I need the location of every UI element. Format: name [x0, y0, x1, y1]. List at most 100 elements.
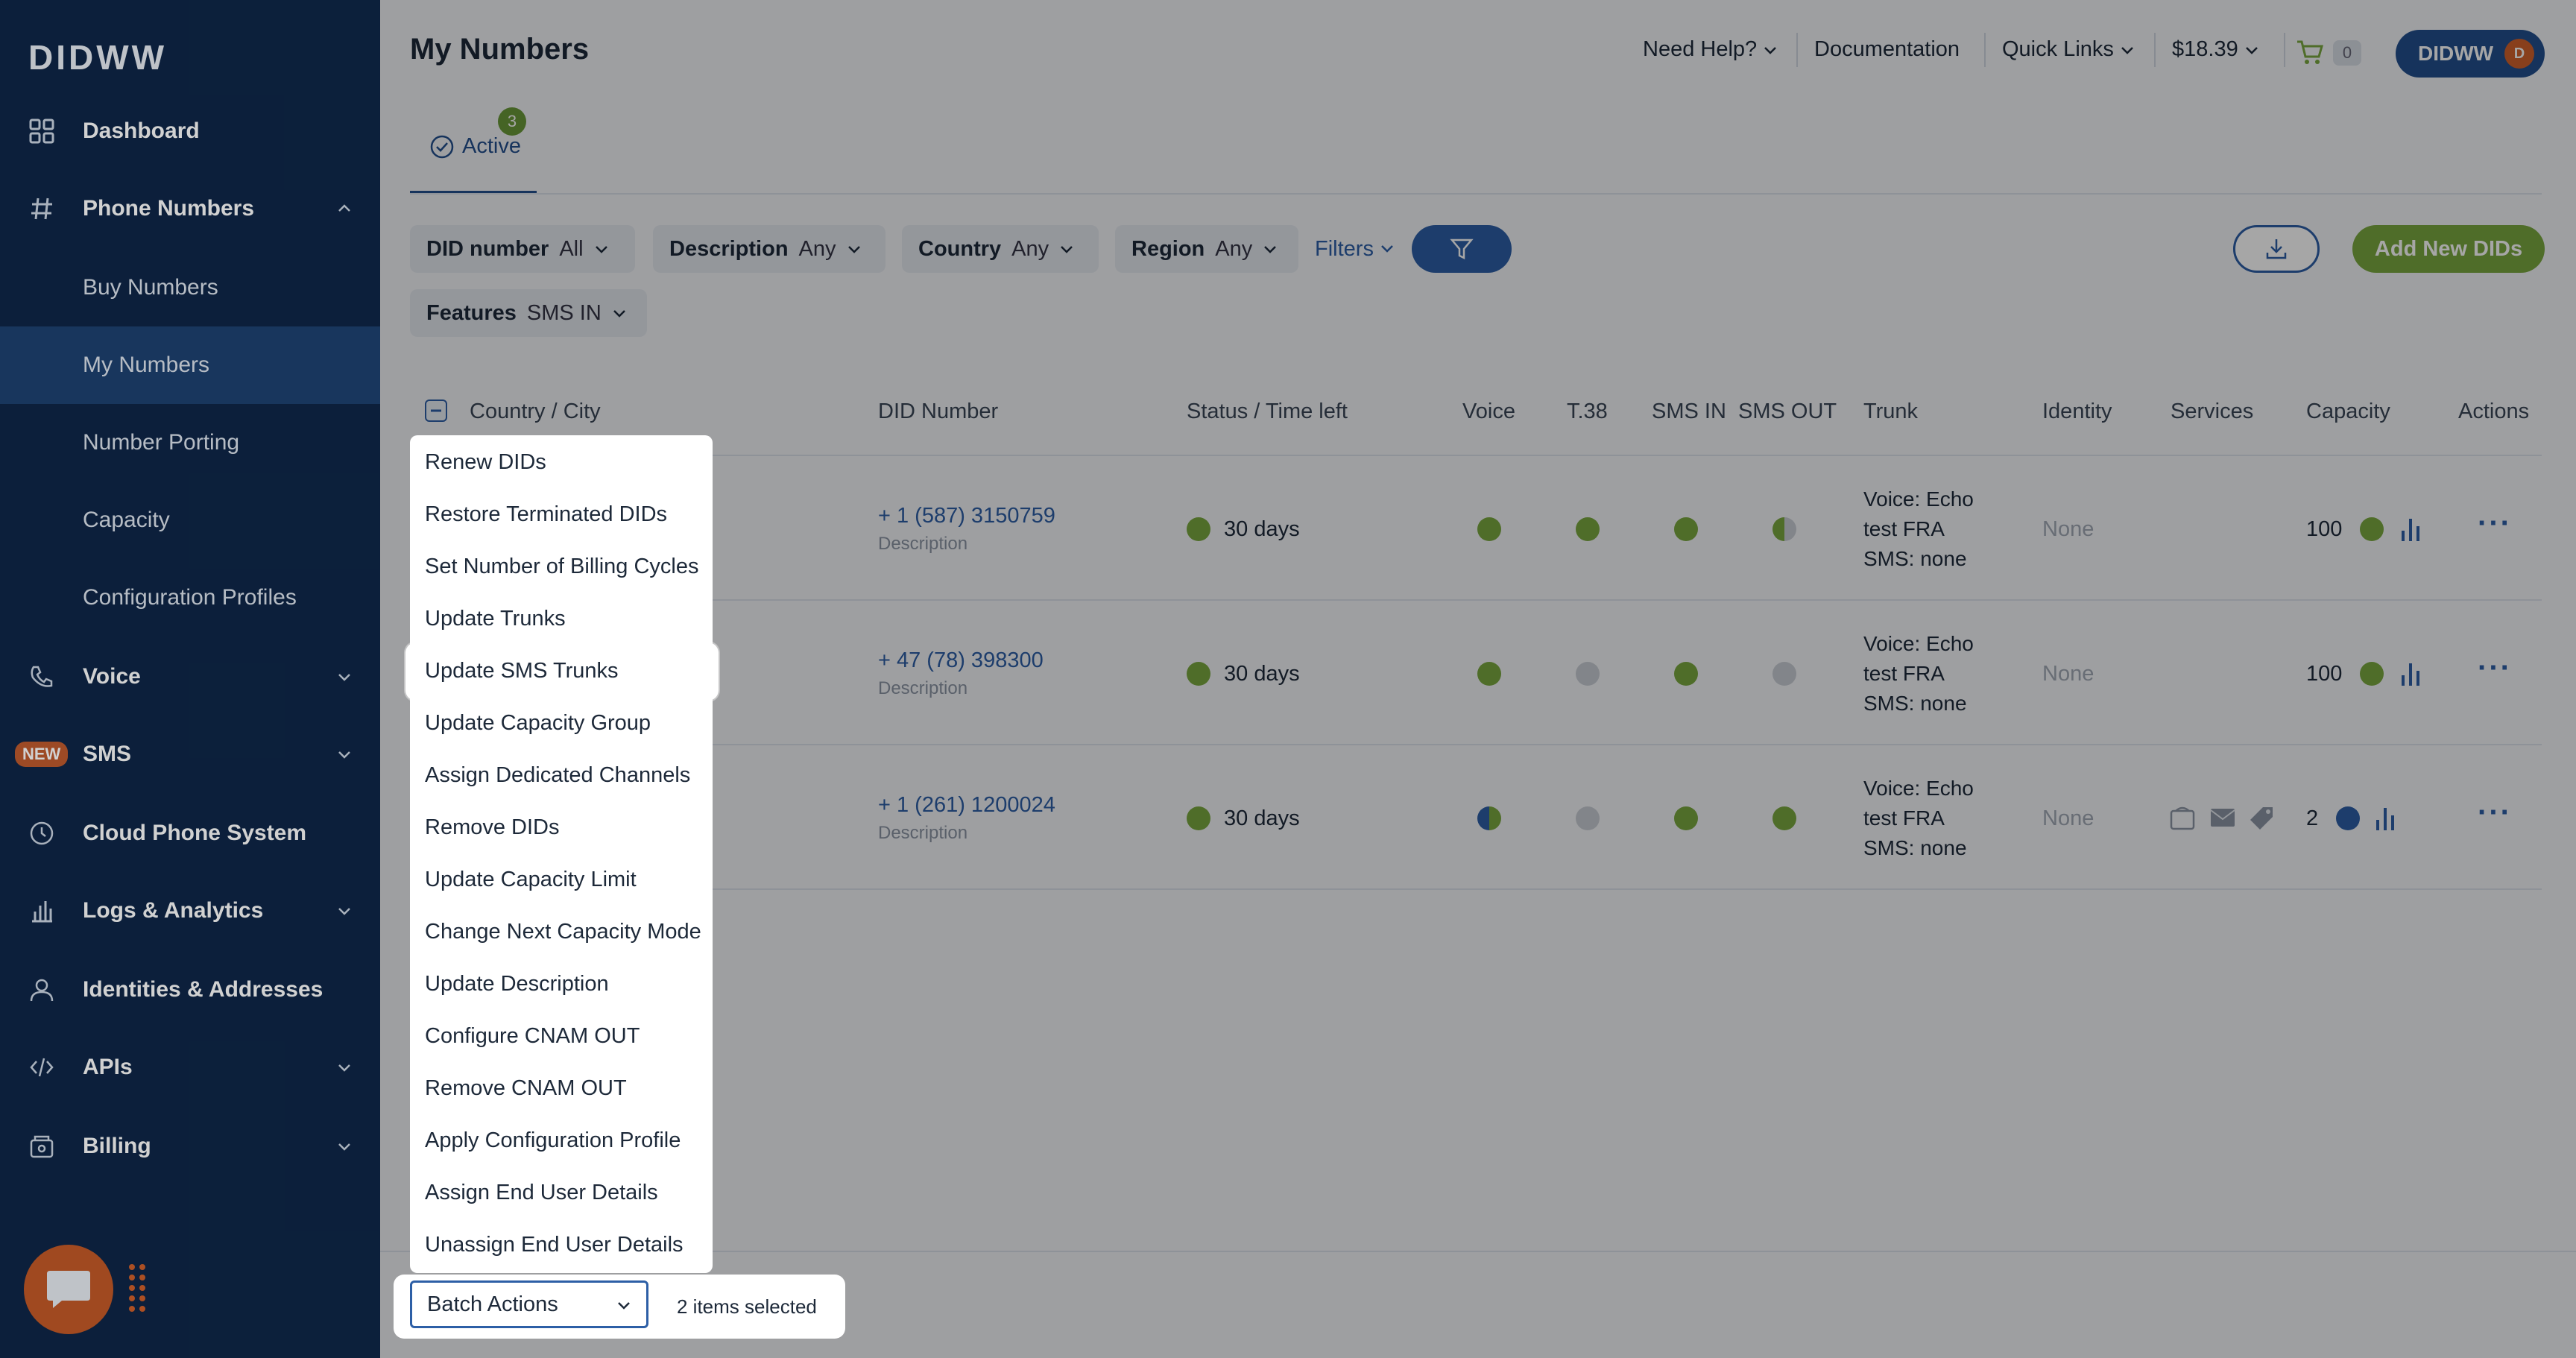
- selected-count-text: 2 items selected: [677, 1295, 817, 1318]
- sidebar-item-logs-analytics[interactable]: Logs & Analytics: [0, 872, 380, 950]
- menu-item-remove-dids[interactable]: Remove DIDs: [425, 815, 560, 840]
- sms-out-status-dot: [1772, 517, 1796, 541]
- need-help-menu[interactable]: Need Help?: [1643, 37, 1778, 62]
- menu-item-update-capacity-limit[interactable]: Update Capacity Limit: [425, 868, 637, 892]
- sidebar-item-billing[interactable]: Billing: [0, 1108, 380, 1185]
- row-actions-menu[interactable]: ···: [2478, 651, 2512, 685]
- chevron-down-icon: [618, 1302, 630, 1310]
- menu-item-update-capacity-group[interactable]: Update Capacity Group: [425, 711, 651, 736]
- chevron-down-icon: [847, 246, 860, 253]
- chevron-down-icon: [1264, 246, 1277, 253]
- did-description[interactable]: Description: [878, 678, 967, 699]
- balance-value: $18.39: [2172, 37, 2238, 61]
- sidebar-item-capacity[interactable]: Capacity: [0, 481, 380, 559]
- bar-chart-icon[interactable]: [2400, 516, 2421, 541]
- sidebar-item-dashboard[interactable]: Dashboard: [0, 92, 380, 170]
- sidebar-item-cloud-phone-system[interactable]: Cloud Phone System: [0, 795, 380, 872]
- chevron-down-icon: [338, 1064, 350, 1072]
- status-time-left: 30 days: [1224, 662, 1300, 686]
- user-menu-button[interactable]: DIDWW D: [2396, 30, 2545, 78]
- row-divider: [410, 744, 2542, 745]
- select-all-checkbox[interactable]: [425, 399, 447, 422]
- trunk-info: Voice: Echo test FRA SMS: none: [1863, 629, 1974, 719]
- sidebar-item-buy-numbers[interactable]: Buy Numbers: [0, 249, 380, 326]
- filter-country[interactable]: Country Any: [902, 225, 1099, 273]
- did-number-link[interactable]: + 1 (261) 1200024: [878, 793, 1055, 818]
- phone-icon: [27, 662, 57, 692]
- menu-item-apply-configuration-profile[interactable]: Apply Configuration Profile: [425, 1128, 681, 1153]
- filter-region[interactable]: Region Any: [1115, 225, 1298, 273]
- download-button[interactable]: [2233, 225, 2320, 273]
- sidebar-item-number-porting[interactable]: Number Porting: [0, 404, 380, 481]
- menu-item-remove-cnam-out[interactable]: Remove CNAM OUT: [425, 1076, 627, 1101]
- clock-icon: [27, 818, 57, 848]
- download-icon: [2266, 239, 2287, 259]
- filters-link[interactable]: Filters: [1315, 237, 1395, 262]
- row-actions-menu[interactable]: ···: [2478, 796, 2512, 830]
- did-description[interactable]: Description: [878, 823, 967, 844]
- column-header-status[interactable]: Status / Time left: [1187, 399, 1348, 424]
- header-divider: [410, 455, 2542, 456]
- filter-features[interactable]: Features SMS IN: [410, 289, 647, 337]
- documentation-link[interactable]: Documentation: [1814, 37, 1960, 62]
- voice-status-dot: [1477, 517, 1501, 541]
- sidebar-item-my-numbers[interactable]: My Numbers: [0, 326, 380, 404]
- chevron-down-icon: [2245, 46, 2258, 54]
- menu-item-assign-end-user-details[interactable]: Assign End User Details: [425, 1181, 658, 1205]
- menu-item-renew-dids[interactable]: Renew DIDs: [425, 450, 546, 475]
- filter-description[interactable]: Description Any: [653, 225, 886, 273]
- filter-label: Features: [426, 300, 517, 325]
- filter-did-number[interactable]: DID number All: [410, 225, 635, 273]
- drag-handle-icon[interactable]: [127, 1262, 148, 1314]
- row-actions-menu[interactable]: ···: [2478, 507, 2512, 540]
- did-number-link[interactable]: + 1 (587) 3150759: [878, 504, 1055, 528]
- sidebar-item-label: Cloud Phone System: [83, 821, 307, 845]
- sidebar-item-phone-numbers[interactable]: Phone Numbers: [0, 170, 380, 247]
- sidebar-item-label: Number Porting: [83, 430, 240, 455]
- bar-chart-icon[interactable]: [2375, 805, 2396, 830]
- status-time-left: 30 days: [1224, 517, 1300, 541]
- menu-item-unassign-end-user-details[interactable]: Unassign End User Details: [425, 1233, 684, 1257]
- menu-item-update-trunks[interactable]: Update Trunks: [425, 607, 566, 631]
- chat-button[interactable]: [24, 1245, 113, 1334]
- cart-icon[interactable]: [2296, 39, 2324, 66]
- apply-filter-button[interactable]: [1412, 225, 1512, 273]
- quick-links-menu[interactable]: Quick Links: [2002, 37, 2135, 62]
- trunk-line: SMS: none: [1863, 836, 1967, 859]
- column-header-did-number[interactable]: DID Number: [878, 399, 998, 424]
- menu-item-configure-cnam-out[interactable]: Configure CNAM OUT: [425, 1024, 640, 1049]
- balance-menu[interactable]: $18.39: [2172, 37, 2259, 62]
- column-header-voice: Voice: [1462, 399, 1515, 423]
- sidebar-item-sms[interactable]: NEW SMS: [0, 716, 380, 793]
- didww-logo[interactable]: DIDWW: [28, 37, 167, 78]
- menu-item-update-description[interactable]: Update Description: [425, 972, 609, 997]
- identity-value: None: [2042, 662, 2094, 686]
- menu-item-assign-dedicated-channels[interactable]: Assign Dedicated Channels: [425, 763, 690, 788]
- bar-chart-icon[interactable]: [2400, 660, 2421, 686]
- sidebar-item-identities-addresses[interactable]: Identities & Addresses: [0, 951, 380, 1029]
- did-description[interactable]: Description: [878, 534, 967, 555]
- menu-item-change-next-capacity-mode[interactable]: Change Next Capacity Mode: [425, 920, 701, 944]
- sidebar-item-label: My Numbers: [83, 353, 210, 377]
- capacity-status-dot: [2336, 806, 2360, 830]
- add-new-dids-button[interactable]: Add New DIDs: [2352, 225, 2545, 273]
- column-header-identity[interactable]: Identity: [2042, 399, 2112, 424]
- menu-item-update-sms-trunks[interactable]: Update SMS Trunks: [405, 642, 719, 701]
- sidebar-item-voice[interactable]: Voice: [0, 638, 380, 716]
- divider: [1796, 33, 1798, 67]
- tab-divider: [410, 193, 2542, 195]
- column-header-country-city[interactable]: Country / City: [470, 399, 601, 424]
- sidebar-item-configuration-profiles[interactable]: Configuration Profiles: [0, 559, 380, 637]
- sidebar-item-label: Dashboard: [83, 119, 200, 143]
- did-number-link[interactable]: + 47 (78) 398300: [878, 648, 1044, 673]
- chevron-down-icon: [338, 751, 350, 759]
- sms-in-status-dot: [1674, 806, 1698, 830]
- t38-status-dot: [1576, 662, 1600, 686]
- menu-item-set-billing-cycles[interactable]: Set Number of Billing Cycles: [425, 555, 698, 579]
- menu-item-restore-terminated-dids[interactable]: Restore Terminated DIDs: [425, 502, 667, 527]
- batch-actions-select[interactable]: Batch Actions: [410, 1280, 648, 1328]
- sidebar-item-apis[interactable]: APIs: [0, 1029, 380, 1106]
- sos-icon: [2170, 806, 2195, 830]
- filters-link-label: Filters: [1315, 237, 1374, 261]
- chevron-down-icon: [338, 908, 350, 915]
